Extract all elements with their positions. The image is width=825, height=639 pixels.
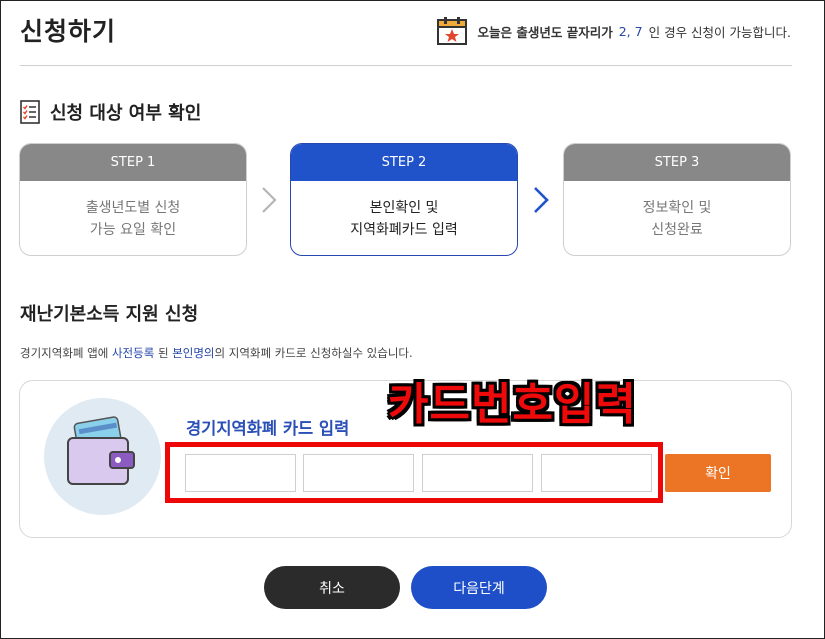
desc-part3: 의 지역화폐 카드로 신청하실수 있습니다. xyxy=(214,346,413,360)
checklist-icon xyxy=(20,100,40,124)
divider xyxy=(20,65,792,66)
step-3-line2: 신청완료 xyxy=(651,222,703,238)
eligibility-section-title: 신청 대상 여부 확인 xyxy=(20,99,201,125)
desc-link-preregister: 사전등록 xyxy=(111,346,155,360)
step-1-card: STEP 1 출생년도별 신청 가능 요일 확인 xyxy=(19,143,247,256)
step-1-body: 출생년도별 신청 가능 요일 확인 xyxy=(20,181,246,255)
card-number-field-3[interactable] xyxy=(422,454,533,492)
cancel-button[interactable]: 취소 xyxy=(264,566,400,609)
step-2-label: STEP 2 xyxy=(291,144,517,181)
notice-suffix: 인 경우 신청이 가능합니다. xyxy=(648,24,791,40)
card-number-field-4[interactable] xyxy=(541,454,652,492)
confirm-button[interactable]: 확인 xyxy=(665,454,771,492)
step-1-line2: 가능 요일 확인 xyxy=(89,222,177,238)
step-3-label: STEP 3 xyxy=(564,144,790,181)
step-1-label: STEP 1 xyxy=(20,144,246,181)
step-3-line1: 정보확인 및 xyxy=(642,200,712,216)
desc-part2: 된 xyxy=(157,346,169,360)
card-number-field-2[interactable] xyxy=(303,454,414,492)
application-title: 재난기본소득 지원 신청 xyxy=(20,304,199,325)
page-title: 신청하기 xyxy=(20,17,117,46)
wallet-icon xyxy=(67,416,135,485)
chevron-right-icon xyxy=(262,187,277,213)
notice-prefix: 오늘은 출생년도 끝자리가 xyxy=(477,24,613,40)
step-2-body: 본인확인 및 지역화폐카드 입력 xyxy=(291,181,517,255)
next-step-button[interactable]: 다음단계 xyxy=(411,566,547,609)
chevron-right-active-icon xyxy=(534,187,549,213)
calendar-icon xyxy=(436,17,467,45)
card-input-label: 경기지역화폐 카드 입력 xyxy=(186,419,350,438)
eligibility-title: 신청 대상 여부 확인 xyxy=(50,103,202,124)
step-2-line2: 지역화폐카드 입력 xyxy=(350,222,458,238)
desc-link-own-name: 본인명의 xyxy=(172,346,215,360)
notice-bar: 오늘은 출생년도 끝자리가 2, 7 인 경우 신청이 가능합니다. xyxy=(436,16,791,46)
card-number-field-1[interactable] xyxy=(185,454,296,492)
step-3-card: STEP 3 정보확인 및 신청완료 xyxy=(563,143,791,256)
step-3-body: 정보확인 및 신청완료 xyxy=(564,181,790,255)
step-1-line1: 출생년도별 신청 xyxy=(85,200,181,216)
step-2-card: STEP 2 본인확인 및 지역화폐카드 입력 xyxy=(290,143,518,256)
annotation-overlay-text: 카드번호입력 xyxy=(388,379,637,430)
step-2-line1: 본인확인 및 xyxy=(369,200,439,216)
notice-numbers: 2, 7 xyxy=(618,23,643,39)
desc-part1: 경기지역화폐 앱에 xyxy=(20,346,109,360)
application-description: 경기지역화폐 앱에 사전등록 된 본인명의의 지역화폐 카드로 신청하실수 있습… xyxy=(20,345,413,361)
